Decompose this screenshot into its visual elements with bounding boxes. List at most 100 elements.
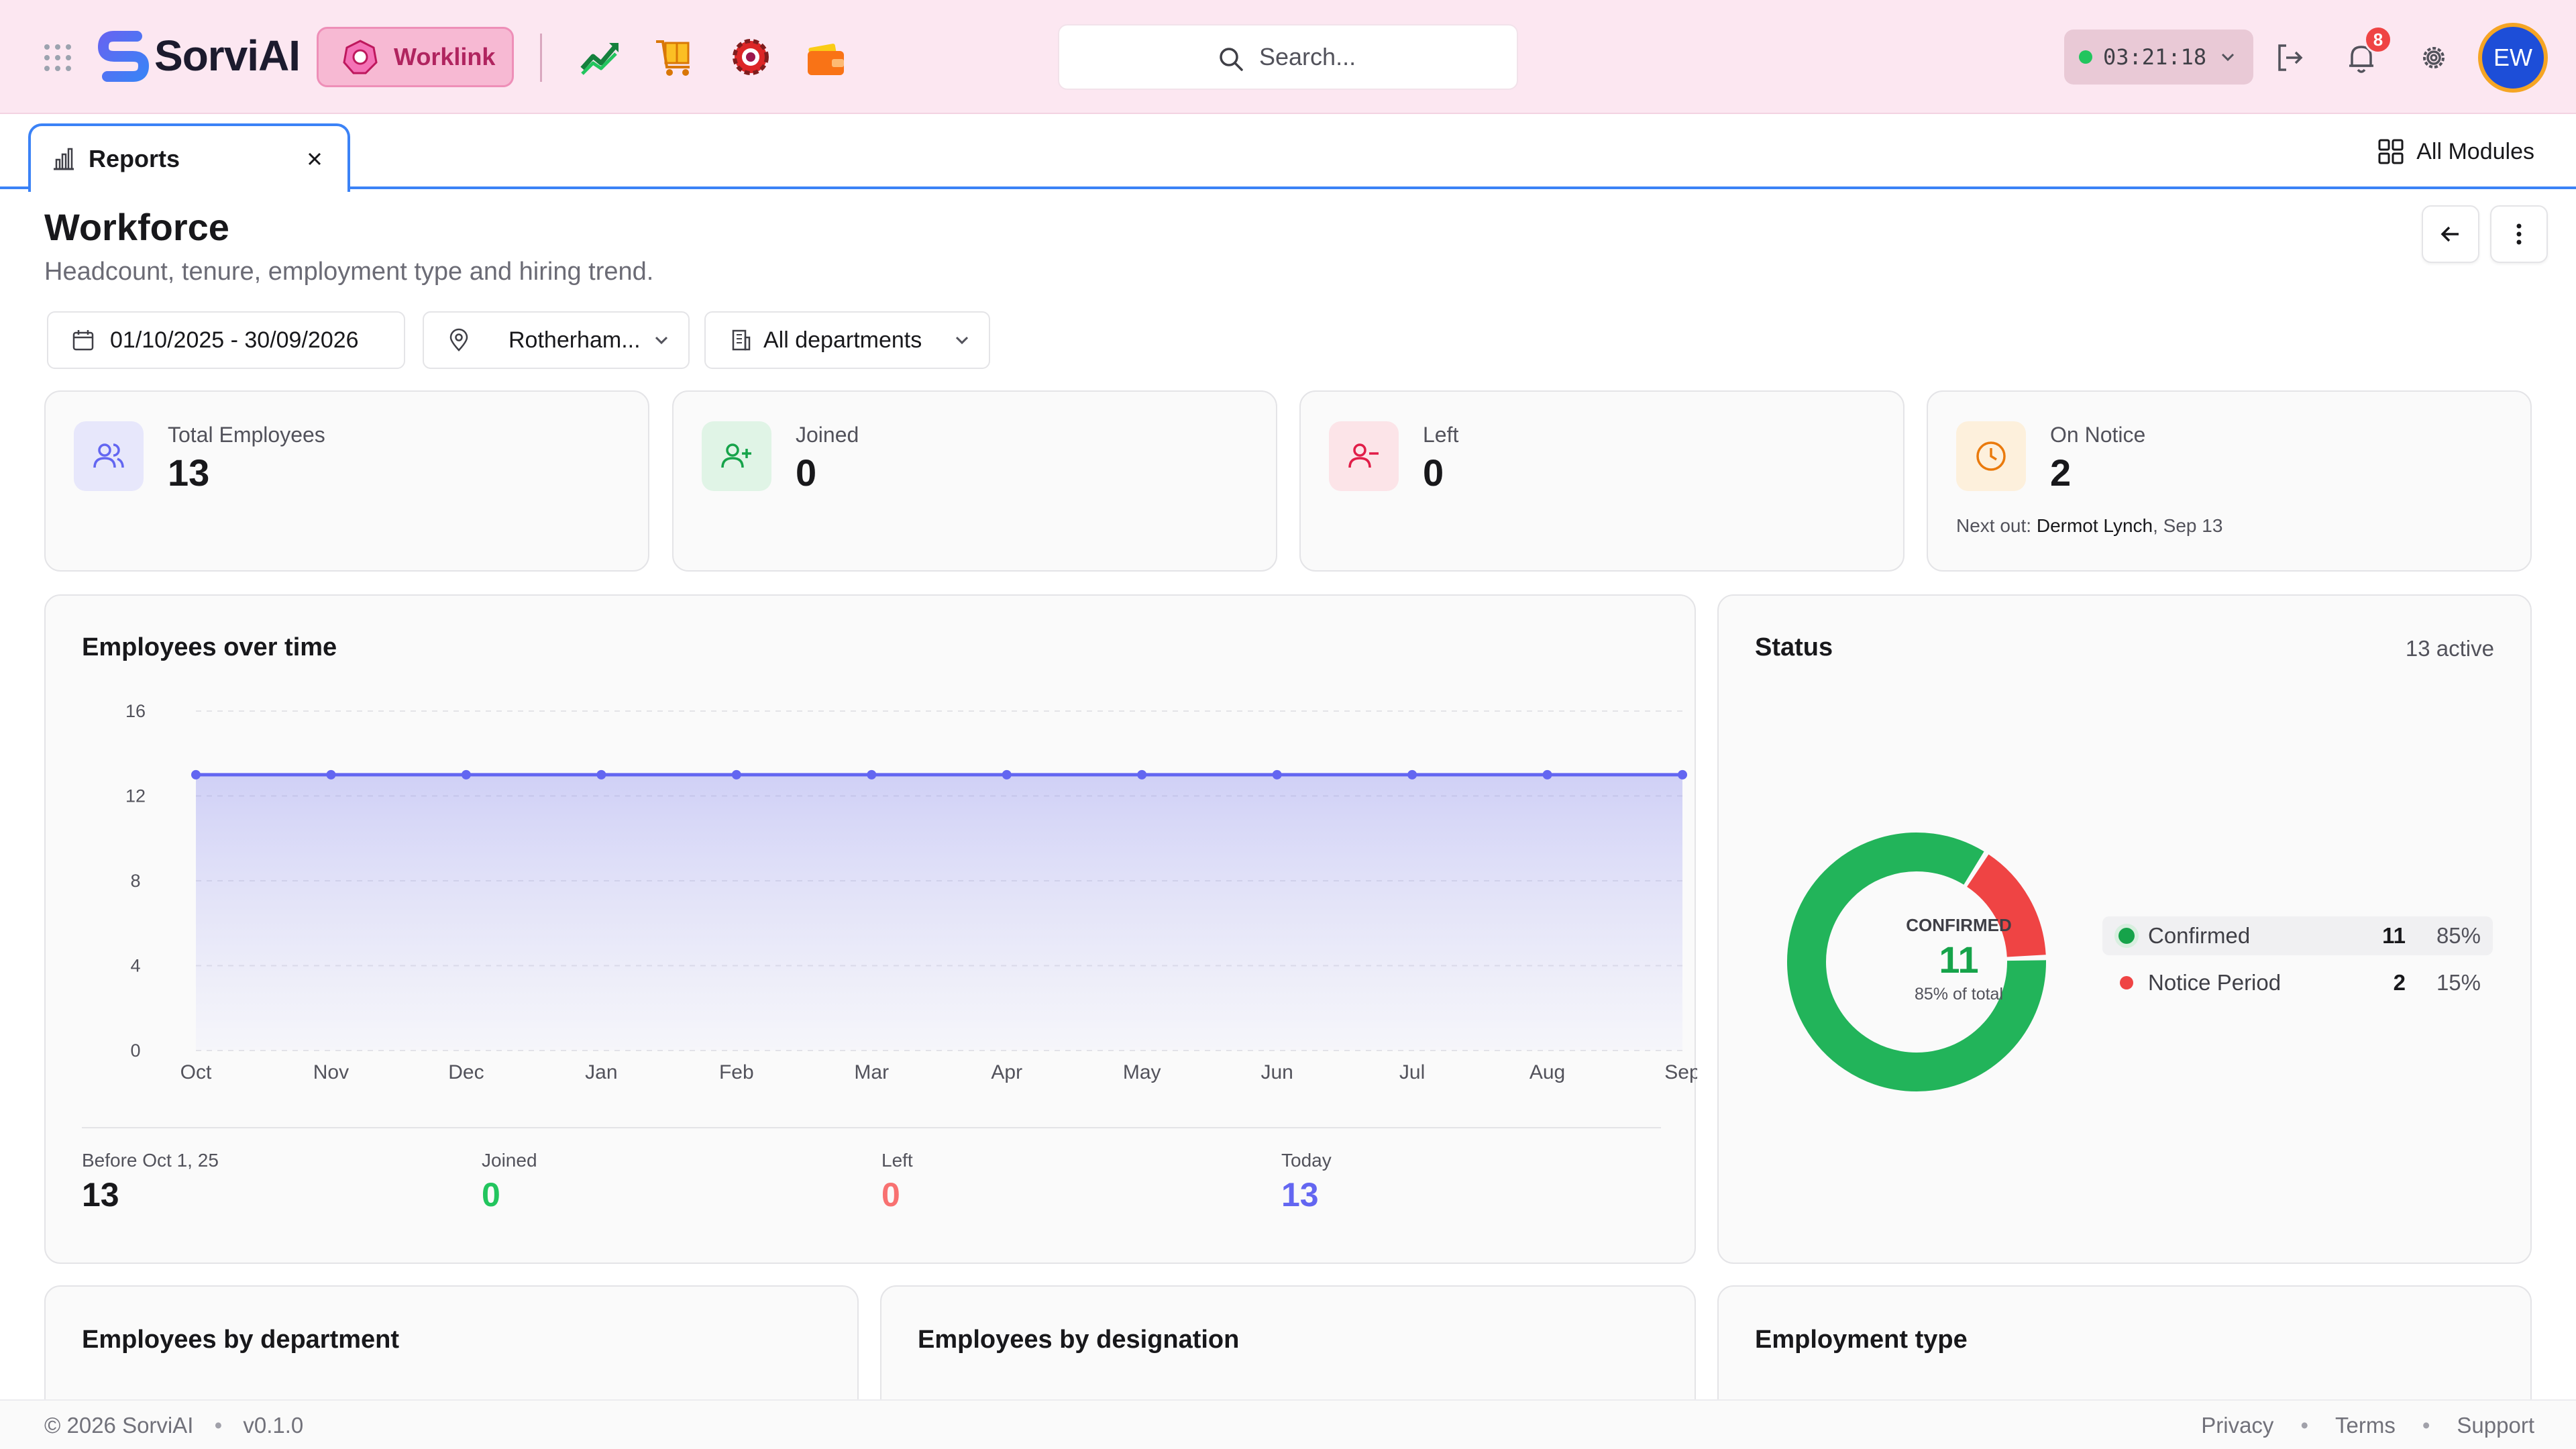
x-tick-label: Apr bbox=[991, 1061, 1022, 1083]
version: v0.1.0 bbox=[243, 1413, 304, 1438]
x-tick-label: Jul bbox=[1399, 1061, 1425, 1083]
summary-value: 13 bbox=[82, 1176, 119, 1214]
employees-over-time-chart: 0 4 8 12 16 Oct Nov Dec Jan Feb Mar Apr May Jun Jul Au… bbox=[125, 701, 1697, 1083]
data-point bbox=[191, 769, 201, 780]
summary-value: 0 bbox=[881, 1176, 900, 1214]
tab-bar: Reports All Modules bbox=[0, 114, 2576, 192]
location-select[interactable]: Rotherham... bbox=[423, 311, 690, 369]
stat-label: Joined bbox=[796, 423, 859, 447]
stat-card-joined: Joined 0 bbox=[672, 390, 1277, 572]
clock-icon bbox=[1956, 421, 2026, 491]
data-point bbox=[596, 769, 606, 780]
trending-chart-icon[interactable] bbox=[578, 35, 623, 79]
location-value: Rotherham... bbox=[508, 327, 641, 353]
support-link[interactable]: Support bbox=[2457, 1413, 2534, 1438]
y-tick-label: 4 bbox=[130, 956, 140, 976]
next-out-note: Next out: Dermot Lynch, Sep 13 bbox=[1956, 515, 2222, 537]
panel-title: Employees by department bbox=[82, 1326, 400, 1354]
date-range-picker[interactable]: 01/10/2025 - 30/09/2026 bbox=[47, 311, 405, 369]
stat-label: Total Employees bbox=[168, 423, 325, 447]
y-tick-label: 12 bbox=[125, 786, 146, 806]
data-point bbox=[1542, 769, 1552, 780]
users-icon bbox=[74, 421, 144, 491]
x-tick-label: Dec bbox=[448, 1061, 484, 1083]
brand-name[interactable]: SorviAI bbox=[154, 31, 301, 80]
data-point bbox=[461, 769, 471, 780]
panel-title: Employees by designation bbox=[918, 1326, 1240, 1354]
department-select[interactable]: All departments bbox=[704, 311, 990, 369]
clock-timer-dropdown[interactable]: 03:21:18 bbox=[2064, 30, 2253, 85]
data-point bbox=[867, 769, 877, 780]
notification-badge: 8 bbox=[2364, 25, 2392, 54]
timer-status-dot bbox=[2079, 50, 2092, 64]
all-modules-button[interactable]: All Modules bbox=[2377, 138, 2534, 165]
data-point bbox=[731, 769, 741, 780]
department-value: All departments bbox=[763, 327, 922, 353]
back-button[interactable] bbox=[2422, 205, 2479, 263]
more-options-button[interactable] bbox=[2490, 205, 2548, 263]
chevron-down-icon bbox=[655, 336, 668, 345]
y-tick-label: 0 bbox=[130, 1040, 140, 1061]
next-out-prefix: Next out: bbox=[1956, 515, 2032, 536]
legend-dot bbox=[2118, 928, 2135, 944]
more-vertical-icon bbox=[2516, 223, 2522, 245]
search-placeholder: Search... bbox=[1259, 43, 1356, 70]
donut-center-value: 11 bbox=[1939, 938, 1979, 981]
sorviai-logo-icon[interactable] bbox=[97, 30, 150, 83]
copyright: © 2026 SorviAI bbox=[44, 1413, 194, 1438]
legend-item-confirmed[interactable]: Confirmed 11 85% bbox=[2102, 916, 2493, 955]
app-grid-icon[interactable] bbox=[42, 42, 74, 74]
terms-link[interactable]: Terms bbox=[2335, 1413, 2396, 1438]
data-point bbox=[1137, 769, 1147, 780]
grid-icon bbox=[2378, 139, 2404, 164]
data-point bbox=[1678, 769, 1687, 780]
page-subtitle: Headcount, tenure, employment type and h… bbox=[44, 258, 654, 286]
employees-over-time-panel: Employees over time 0 4 8 12 16 Oct Nov Dec Jan… bbox=[44, 594, 1697, 1264]
legend-count: 2 bbox=[2393, 970, 2406, 995]
settings-gear-icon[interactable] bbox=[2415, 39, 2453, 76]
data-point bbox=[1272, 769, 1282, 780]
legend-item-notice-period[interactable]: Notice Period 2 15% bbox=[2102, 963, 2493, 1002]
stat-card-left: Left 0 bbox=[1299, 390, 1904, 572]
wallet-icon[interactable] bbox=[804, 35, 848, 79]
all-modules-label: All Modules bbox=[2416, 138, 2534, 164]
separator: • bbox=[2300, 1413, 2308, 1438]
separator: • bbox=[2422, 1413, 2430, 1438]
next-out-name[interactable]: Dermot Lynch bbox=[2037, 515, 2153, 536]
x-tick-label: Jan bbox=[585, 1061, 617, 1083]
close-icon[interactable] bbox=[305, 149, 325, 169]
legend-dot bbox=[2120, 976, 2133, 989]
worklink-label: Worklink bbox=[394, 43, 496, 70]
worklink-module-button[interactable]: Worklink bbox=[317, 27, 514, 87]
separator: • bbox=[214, 1413, 223, 1438]
logout-icon[interactable] bbox=[2271, 39, 2309, 76]
x-tick-label: Feb bbox=[719, 1061, 754, 1083]
stat-card-total-employees: Total Employees 13 bbox=[44, 390, 649, 572]
map-pin-icon bbox=[449, 328, 468, 352]
tab-label: Reports bbox=[89, 145, 180, 172]
arrow-left-icon bbox=[2440, 226, 2459, 242]
x-tick-label: May bbox=[1123, 1061, 1161, 1083]
x-tick-label: Sep bbox=[1664, 1061, 1697, 1083]
tab-reports[interactable]: Reports bbox=[28, 123, 350, 192]
stat-value: 0 bbox=[796, 451, 817, 494]
divider bbox=[540, 34, 542, 82]
y-tick-label: 8 bbox=[130, 871, 140, 891]
user-plus-icon bbox=[702, 421, 771, 491]
privacy-link[interactable]: Privacy bbox=[2201, 1413, 2273, 1438]
footer: © 2026 SorviAI • v0.1.0 Privacy • Terms … bbox=[0, 1399, 2576, 1449]
search-input[interactable]: Search... bbox=[1058, 24, 1518, 90]
summary-label: Left bbox=[881, 1150, 913, 1171]
box-cart-icon[interactable] bbox=[653, 35, 698, 79]
panel-title: Employment type bbox=[1755, 1326, 1968, 1354]
gear-target-icon[interactable] bbox=[729, 35, 773, 79]
page-title: Workforce bbox=[44, 206, 229, 248]
x-tick-label: Aug bbox=[1529, 1061, 1565, 1083]
donut-center-sub: 85% of total bbox=[1914, 985, 2004, 1004]
summary-label: Joined bbox=[482, 1150, 537, 1171]
search-icon bbox=[1220, 48, 1243, 71]
calendar-icon bbox=[72, 330, 94, 351]
stat-label: On Notice bbox=[2050, 423, 2146, 447]
chevron-down-icon bbox=[2222, 53, 2235, 62]
user-avatar[interactable]: EW bbox=[2478, 23, 2548, 93]
